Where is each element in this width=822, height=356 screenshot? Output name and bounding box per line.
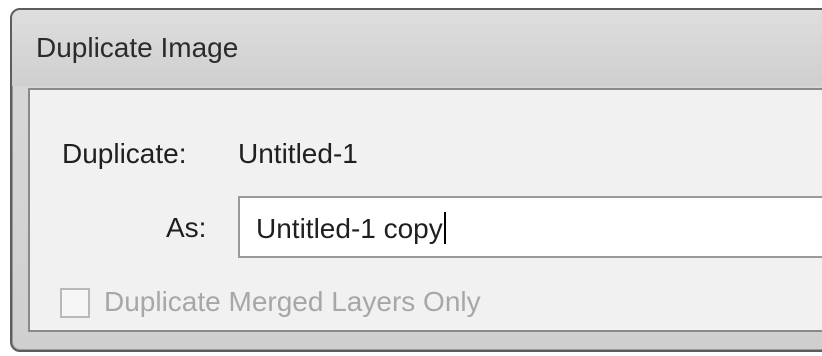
dialog-title: Duplicate Image xyxy=(36,32,239,63)
text-caret xyxy=(443,212,446,244)
dialog-content: Duplicate: Untitled-1 As: Untitled-1 cop… xyxy=(28,88,822,332)
as-label: As: xyxy=(166,212,207,243)
duplicate-label: Duplicate: xyxy=(62,138,187,169)
duplicate-source-name: Untitled-1 xyxy=(238,138,358,169)
dialog-titlebar[interactable]: Duplicate Image xyxy=(12,10,822,86)
merged-layers-checkbox[interactable] xyxy=(60,288,90,318)
duplicate-image-dialog: Duplicate Image Duplicate: Untitled-1 As… xyxy=(10,8,822,352)
as-name-text: Untitled-1 copy xyxy=(256,213,443,244)
as-name-field-value: Untitled-1 copy xyxy=(256,212,446,245)
as-name-field[interactable]: Untitled-1 copy xyxy=(238,196,822,258)
merged-layers-label: Duplicate Merged Layers Only xyxy=(104,286,481,317)
